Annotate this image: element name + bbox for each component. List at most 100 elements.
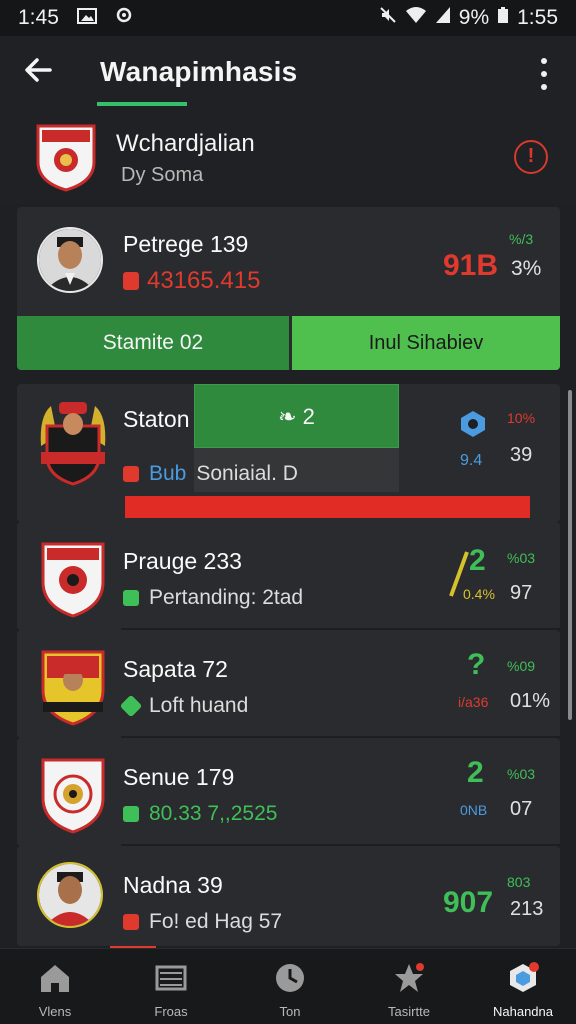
bottom-navigation: Vlens Froas Ton Tasirtte Nahandna: [0, 948, 576, 1024]
nav-label: Ton: [279, 1004, 301, 1019]
team-crest-icon: [41, 650, 105, 726]
row-right-top: %03: [507, 550, 536, 566]
page-title: Wanapimhasis: [100, 56, 298, 87]
row-right-top: %09: [507, 658, 536, 674]
status-time-right: 1:55: [517, 6, 558, 29]
nav-item-profile[interactable]: Nahandna: [478, 961, 568, 1019]
nav-item-home[interactable]: Vlens: [10, 961, 100, 1019]
nav-label: Vlens: [38, 1004, 72, 1019]
nav-label: Froas: [154, 1004, 188, 1019]
featured-score: 91B: [443, 249, 499, 282]
featured-player-card[interactable]: Petrege 139 43165.415 91B %/3 3% Stamite…: [17, 207, 560, 370]
league-header: Wchardjalian Dy Soma !: [0, 108, 576, 204]
league-crest-icon: [36, 124, 96, 192]
app-bar: Wanapimhasis: [0, 36, 576, 108]
row-right-bottom: 39: [510, 444, 533, 466]
more-dot-icon: [541, 58, 547, 64]
mute-icon: [379, 6, 397, 30]
league-subtitle: Dy Soma: [121, 164, 204, 186]
arrow-left-icon: [25, 58, 52, 82]
row-name: Sapata 72: [123, 656, 228, 682]
featured-name: Petrege 139: [123, 231, 249, 257]
person-icon: [39, 229, 101, 291]
stat-button-right[interactable]: Inul Sihabiev: [292, 316, 560, 370]
team-crest-icon: [40, 402, 106, 486]
featured-percent: 3%: [511, 257, 542, 280]
lock-icon: [123, 272, 139, 290]
clock-icon: [276, 964, 304, 992]
row-sub-line: Fo! ed Hag 57: [123, 910, 282, 934]
wifi-icon: [405, 6, 427, 30]
status-icon: [123, 590, 139, 606]
profile-icon: [510, 962, 539, 992]
row-big-value: 2: [469, 544, 486, 577]
avatar: [37, 862, 103, 928]
status-time-left: 1:45: [18, 6, 59, 29]
title-underline: [97, 102, 187, 106]
row-name: Staton: [123, 406, 190, 432]
featured-value: 43165.415: [147, 267, 261, 294]
list-item[interactable]: Senue 179 80.33 7,,2525 2 0NB %03 07: [17, 738, 560, 846]
row-sub: Soniaial. D: [196, 462, 298, 485]
nav-label: Tasirtte: [388, 1004, 430, 1019]
row-sub-line: Pertanding: 2tad: [123, 586, 303, 610]
stat-button-left[interactable]: Stamite 02: [17, 316, 289, 370]
row-right-top: %03: [507, 766, 536, 782]
status-icon: [119, 694, 143, 718]
featured-top-right: %/3: [509, 231, 534, 247]
battery-icon: [497, 6, 509, 30]
more-dot-icon: [541, 71, 547, 77]
list-item[interactable]: Staton ❧ 2 Bub Soniaial. D 9.4 10% 39: [17, 384, 560, 522]
row-sub-line: 80.33 7,,2525: [123, 802, 277, 826]
row-right-top: 803: [507, 874, 531, 890]
avatar: [37, 227, 103, 293]
row-mid-small: 9.4: [460, 452, 483, 469]
status-bar: 1:45 9% 1:55: [0, 0, 576, 36]
row-right-top: 10%: [507, 410, 536, 426]
row-sub-prefix: Bub: [149, 462, 187, 485]
row-mid-small: i/a36: [458, 694, 489, 710]
row-right-bottom: 01%: [510, 690, 551, 712]
list-item[interactable]: Prauge 233 Pertanding: 2tad 2 0.4% %03 9…: [17, 522, 560, 630]
shield-badge-icon: [461, 411, 485, 437]
row-sub-line: Bub Soniaial. D: [123, 462, 298, 486]
row-name: Nadna 39: [123, 872, 223, 898]
battery-percent: 9%: [458, 6, 490, 29]
row-sub-line: Loft huand: [119, 694, 249, 718]
nav-label: Nahandna: [493, 1004, 553, 1019]
scrollbar[interactable]: [568, 390, 572, 720]
league-name: Wchardjalian: [116, 130, 255, 157]
list-item[interactable]: Sapata 72 Loft huand ? i/a36 %09 01%: [17, 630, 560, 738]
home-icon: [41, 965, 69, 992]
more-options-button[interactable]: [534, 54, 554, 94]
row-right-bottom: 213: [510, 898, 544, 920]
signal-icon: [435, 6, 451, 30]
progress-bar: [125, 496, 530, 518]
team-crest-icon: [41, 758, 105, 834]
status-icon: [123, 466, 139, 482]
row-sub: 80.33 7,,2525: [149, 802, 278, 825]
status-icon: [123, 914, 139, 930]
back-button[interactable]: [22, 54, 58, 90]
alert-icon[interactable]: !: [514, 140, 548, 174]
row-mid-small: 0.4%: [463, 586, 495, 602]
more-dot-icon: [541, 84, 547, 90]
overlay-tooltip[interactable]: ❧ 2: [194, 384, 399, 448]
row-sub: Pertanding: 2tad: [149, 586, 304, 609]
list-item[interactable]: Nadna 39 Fo! ed Hag 57 907 803 213: [17, 846, 560, 946]
row-name: Prauge 233: [123, 548, 242, 574]
featured-value-row: 43165.415: [123, 267, 260, 295]
row-right-bottom: 97: [510, 582, 533, 604]
team-crest-icon: [41, 542, 105, 618]
person-icon: [39, 864, 101, 926]
nav-item-star[interactable]: Tasirtte: [364, 961, 454, 1019]
star-icon: [395, 963, 424, 992]
row-sub: Loft huand: [149, 694, 249, 717]
row-mid-small: 0NB: [460, 802, 488, 818]
row-name: Senue 179: [123, 764, 235, 790]
nav-item-clock[interactable]: Ton: [245, 961, 335, 1019]
nav-item-gallery[interactable]: Froas: [126, 961, 216, 1019]
status-icon: [123, 806, 139, 822]
sync-notification-icon: [115, 6, 133, 30]
row-big-value: 907: [443, 886, 494, 919]
